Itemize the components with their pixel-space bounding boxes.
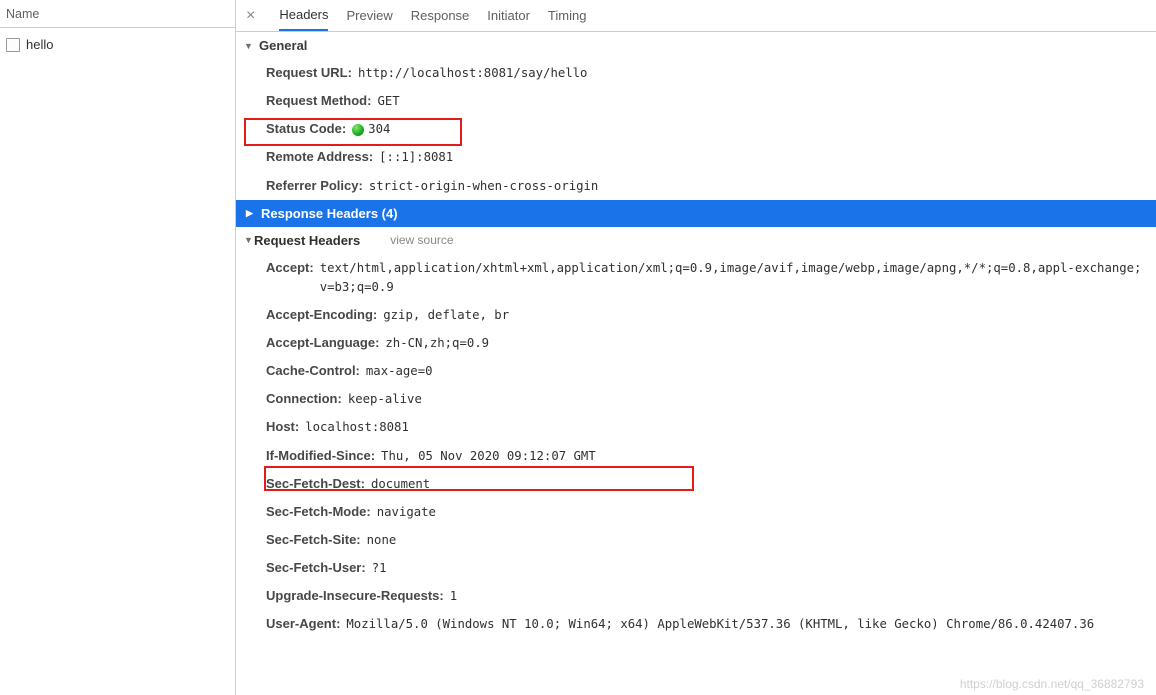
general-row: Request URL: http://localhost:8081/say/he… [236, 59, 1156, 87]
header-key: Accept: [266, 258, 314, 278]
chevron-right-icon: ▶ [246, 208, 256, 219]
chevron-down-icon: ▼ [244, 41, 254, 51]
file-icon [6, 38, 20, 52]
header-value: [::1]:8081 [379, 148, 1148, 167]
sidebar-column-header[interactable]: Name [0, 0, 235, 28]
request-row-label: hello [26, 37, 53, 52]
chevron-down-icon: ▼ [244, 235, 254, 245]
header-value: 304 [352, 120, 1148, 139]
header-key: Request Method: [266, 91, 371, 111]
header-value: Thu, 05 Nov 2020 09:12:07 GMT [381, 447, 1148, 466]
header-key: Cache-Control: [266, 361, 360, 381]
header-key: Sec-Fetch-User: [266, 558, 366, 578]
header-value: document [371, 475, 1148, 494]
header-key: Accept-Language: [266, 333, 379, 353]
header-key: Accept-Encoding: [266, 305, 377, 325]
header-value: ?1 [372, 559, 1148, 578]
header-value: text/html,application/xhtml+xml,applicat… [320, 259, 1148, 297]
request-header-row: Accept-Language: zh-CN,zh;q=0.9 [236, 329, 1156, 357]
headers-panel: ▼ General Request URL: http://localhost:8… [236, 32, 1156, 695]
header-value: strict-origin-when-cross-origin [369, 177, 1148, 196]
header-key: Host: [266, 417, 299, 437]
header-value: GET [377, 92, 1148, 111]
header-value: gzip, deflate, br [383, 306, 1148, 325]
request-header-row: If-Modified-Since: Thu, 05 Nov 2020 09:12… [236, 442, 1156, 470]
header-key: Sec-Fetch-Dest: [266, 474, 365, 494]
tab-bar: × Headers Preview Response Initiator Tim… [236, 0, 1156, 32]
request-header-row: Sec-Fetch-User: ?1 [236, 554, 1156, 582]
section-request-headers-title: Request Headers [254, 233, 360, 248]
tab-preview[interactable]: Preview [346, 2, 392, 30]
request-header-row: Connection: keep-alive [236, 385, 1156, 413]
tab-timing[interactable]: Timing [548, 2, 587, 30]
header-key: Sec-Fetch-Site: [266, 530, 361, 550]
header-key: Remote Address: [266, 147, 373, 167]
watermark-text: https://blog.csdn.net/qq_36882793 [960, 677, 1144, 691]
request-header-row: Sec-Fetch-Site: none [236, 526, 1156, 554]
tab-initiator[interactable]: Initiator [487, 2, 530, 30]
section-response-headers-title: Response Headers (4) [261, 206, 398, 221]
tab-response[interactable]: Response [411, 2, 470, 30]
request-row[interactable]: hello [0, 34, 235, 55]
details-panel: × Headers Preview Response Initiator Tim… [236, 0, 1156, 695]
request-header-row: Sec-Fetch-Mode: navigate [236, 498, 1156, 526]
header-key: User-Agent: [266, 614, 340, 634]
section-general-header[interactable]: ▼ General [236, 32, 1156, 59]
header-value: zh-CN,zh;q=0.9 [385, 334, 1148, 353]
request-header-row: Cache-Control: max-age=0 [236, 357, 1156, 385]
tab-headers[interactable]: Headers [279, 1, 328, 31]
header-value: none [367, 531, 1148, 550]
request-list: hello [0, 28, 235, 695]
general-row: Remote Address: [::1]:8081 [236, 143, 1156, 171]
request-header-row: Upgrade-Insecure-Requests: 1 [236, 582, 1156, 610]
general-row: Request Method: GET [236, 87, 1156, 115]
header-value: max-age=0 [366, 362, 1148, 381]
sidebar: Name hello [0, 0, 236, 695]
header-key: Sec-Fetch-Mode: [266, 502, 371, 522]
header-key: Request URL: [266, 63, 352, 83]
header-value: http://localhost:8081/say/hello [358, 64, 1148, 83]
request-header-row: Host: localhost:8081 [236, 413, 1156, 441]
header-key: Connection: [266, 389, 342, 409]
request-header-row: Accept: text/html,application/xhtml+xml,a… [236, 254, 1156, 301]
request-header-row: Sec-Fetch-Dest: document [236, 470, 1156, 498]
general-row: Referrer Policy: strict-origin-when-cross… [236, 172, 1156, 200]
request-header-row: Accept-Encoding: gzip, deflate, br [236, 301, 1156, 329]
header-key: Referrer Policy: [266, 176, 363, 196]
section-general-title: General [259, 38, 307, 53]
header-value: localhost:8081 [305, 418, 1148, 437]
general-row: Status Code: 304 [236, 115, 1156, 143]
header-key: Upgrade-Insecure-Requests: [266, 586, 444, 606]
header-key: Status Code: [266, 119, 346, 139]
view-source-link[interactable]: view source [390, 233, 453, 247]
header-value: navigate [377, 503, 1148, 522]
status-dot-icon [352, 124, 364, 136]
header-value: keep-alive [348, 390, 1148, 409]
header-value: 1 [450, 587, 1148, 606]
section-response-headers-header[interactable]: ▶ Response Headers (4) [236, 200, 1156, 227]
close-icon[interactable]: × [246, 7, 255, 25]
section-request-headers-header[interactable]: ▼ Request Headers view source [236, 227, 1156, 254]
request-header-row: User-Agent: Mozilla/5.0 (Windows NT 10.0;… [236, 610, 1156, 638]
header-key: If-Modified-Since: [266, 446, 375, 466]
header-value: Mozilla/5.0 (Windows NT 10.0; Win64; x64… [346, 615, 1148, 634]
